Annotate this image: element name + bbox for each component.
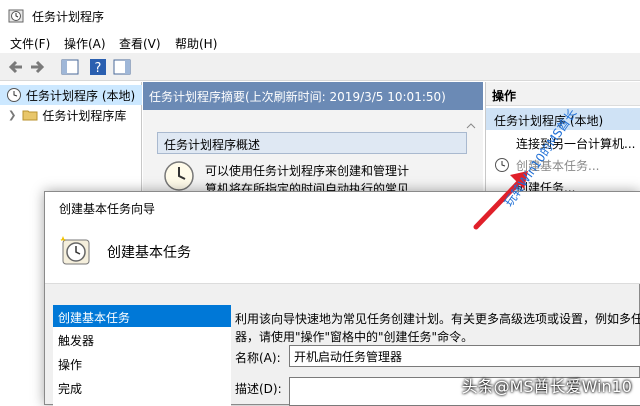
description-label: 描述(D): [235, 382, 282, 396]
chevron-right-icon[interactable]: ❯ [8, 110, 16, 121]
wizard-step-action[interactable]: 操作 [53, 352, 231, 374]
tree-item-label: 任务计划程序 (本地) [26, 88, 136, 103]
tree-item-local[interactable]: 任务计划程序 (本地) [0, 85, 142, 105]
wizard-step-create[interactable]: 创建基本任务 [53, 305, 231, 327]
clock-icon [7, 88, 21, 102]
dialog-heading: 创建基本任务 [107, 245, 191, 261]
help-icon[interactable]: ? [88, 57, 108, 77]
window-titlebar: 任务计划程序 [0, 0, 640, 31]
menu-action[interactable]: 操作(A) [64, 35, 106, 52]
wizard-description-line: 利用该向导快速地为常见任务创建计划。有关更多高级选项或设置，例如多任 [235, 312, 640, 326]
forward-arrow-icon[interactable] [27, 57, 47, 77]
name-label: 名称(A): [235, 351, 281, 365]
wizard-clock-icon [60, 236, 90, 265]
menu-view[interactable]: 查看(V) [119, 35, 161, 52]
task-scheduler-icon [8, 9, 24, 23]
back-arrow-icon[interactable] [6, 57, 26, 77]
wizard-description: 利用该向导快速地为常见任务创建计划。有关更多高级选项或设置，例如多任 器，请使用… [235, 310, 640, 346]
menubar: 文件(F) 操作(A) 查看(V) 帮助(H) [0, 31, 640, 53]
tree-item-library[interactable]: ❯ 任务计划程序库 [0, 105, 142, 125]
menu-file[interactable]: 文件(F) [10, 35, 50, 52]
action-label: 连接到另一台计算机... [516, 136, 636, 151]
overview-section-title[interactable]: 任务计划程序概述 [157, 132, 467, 154]
window-title: 任务计划程序 [32, 10, 105, 24]
action-pane-icon[interactable] [112, 57, 132, 77]
overview-text-line: 可以使用任务计划程序来创建和管理计 [205, 164, 410, 178]
wizard-step-finish[interactable]: 完成 [53, 376, 231, 398]
svg-text:?: ? [95, 61, 102, 76]
watermark-bottom: 头条@MS酋长爱Win10 [461, 377, 632, 396]
toolbar: ? [0, 53, 640, 81]
name-input[interactable] [289, 345, 640, 367]
wizard-description-line: 器，请使用"操作"窗格中的"创建任务"命令。 [235, 330, 474, 344]
menu-help[interactable]: 帮助(H) [175, 35, 217, 52]
folder-icon [22, 110, 38, 121]
tree-item-label: 任务计划程序库 [42, 108, 127, 123]
wizard-step-trigger[interactable]: 触发器 [53, 328, 231, 350]
summary-header: 任务计划程序摘要(上次刷新时间: 2019/3/5 10:01:50) [143, 82, 483, 110]
console-tree-icon[interactable] [60, 57, 80, 77]
wizard-steps: 创建基本任务 触发器 操作 完成 [53, 305, 231, 406]
dialog-header: 创建基本任务 [45, 222, 640, 284]
dialog-title: 创建基本任务向导 [45, 192, 640, 222]
actions-header: 操作 [486, 82, 640, 106]
clock-icon [164, 161, 194, 191]
